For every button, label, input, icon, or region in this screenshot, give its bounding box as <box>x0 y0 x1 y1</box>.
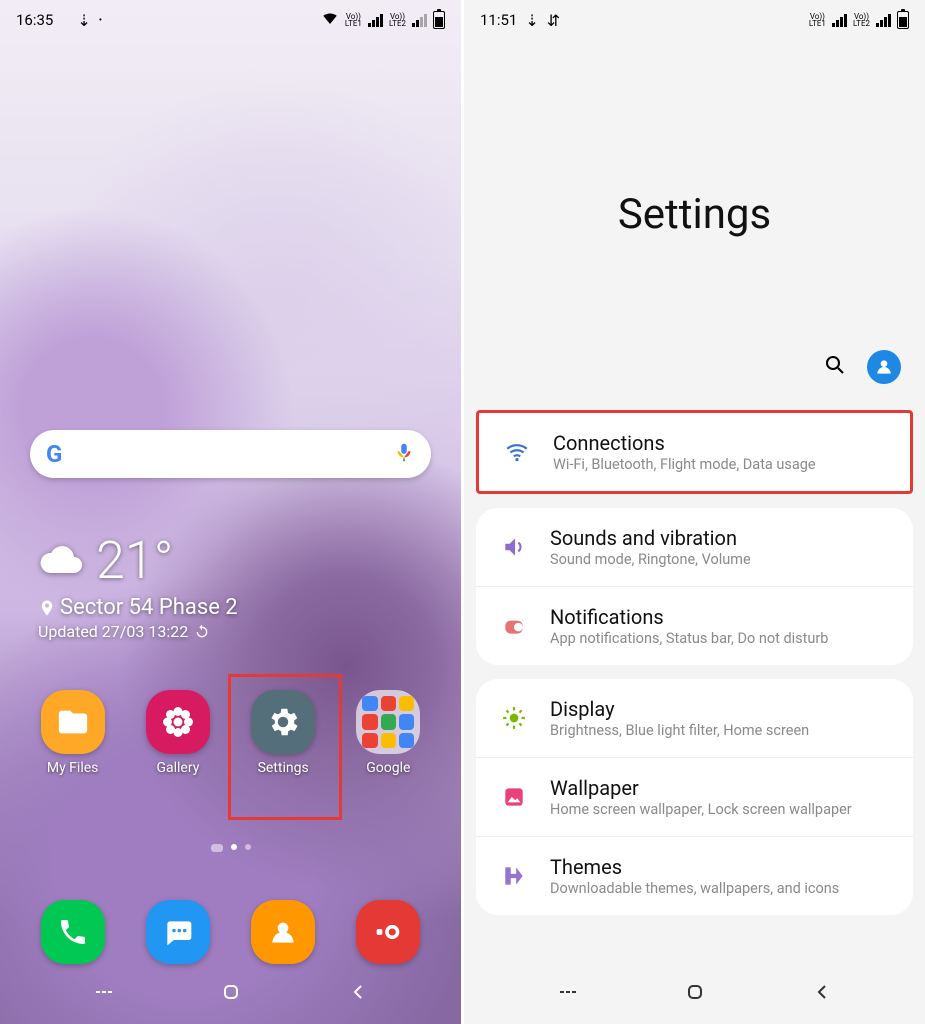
sim1-icon: Vo))LTE1 <box>809 13 826 27</box>
dot-icon: • <box>99 15 102 26</box>
folder-icon <box>356 690 420 754</box>
sim2-icon: Vo))LTE2 <box>389 13 406 27</box>
status-time: 16:35 <box>16 11 53 29</box>
sound-icon <box>498 534 530 560</box>
recents-button[interactable] <box>556 980 580 1008</box>
row-themes[interactable]: Themes Downloadable themes, wallpapers, … <box>476 836 913 915</box>
nav-bar <box>464 972 925 1016</box>
nav-bar <box>0 972 461 1016</box>
display-group: Display Brightness, Blue light filter, H… <box>476 679 913 915</box>
google-logo-icon: G <box>46 440 62 468</box>
row-sounds[interactable]: Sounds and vibration Sound mode, Rington… <box>476 508 913 586</box>
status-bar: 11:51 ⇣ ⇵ Vo))LTE1 Vo))LTE2 <box>464 0 925 40</box>
cloud-icon <box>38 535 86 587</box>
signal1-icon <box>368 14 383 27</box>
weather-updated: Updated 27/03 13:22 <box>38 622 238 641</box>
sim2-icon: Vo))LTE2 <box>853 13 870 27</box>
temperature: 21° <box>96 530 173 591</box>
battery-icon <box>433 11 445 29</box>
sim1-icon: Vo))LTE1 <box>345 13 362 27</box>
app-settings[interactable]: Settings <box>238 690 328 776</box>
weather-widget[interactable]: 21° Sector 54 Phase 2 Updated 27/03 13:2… <box>38 530 238 641</box>
contacts-app[interactable] <box>251 900 315 964</box>
row-connections[interactable]: Connections Wi-Fi, Bluetooth, Flight mod… <box>479 413 910 491</box>
sync-indicator-icon: ⇵ <box>547 11 560 30</box>
settings-screen: 11:51 ⇣ ⇵ Vo))LTE1 Vo))LTE2 Settings Con… <box>464 0 925 1024</box>
home-button[interactable] <box>219 980 243 1008</box>
signal2-icon <box>876 14 891 27</box>
notification-icon <box>498 613 530 639</box>
google-search-bar[interactable]: G <box>30 430 431 478</box>
camera-app[interactable] <box>356 900 420 964</box>
themes-icon <box>498 863 530 889</box>
page-title: Settings <box>464 190 925 239</box>
mic-icon[interactable] <box>393 441 415 467</box>
dock <box>0 900 461 964</box>
messages-app[interactable] <box>146 900 210 964</box>
home-screen: 16:35 ⇣ • Vo))LTE1 Vo))LTE2 G 21° Sector… <box>0 0 461 1024</box>
sounds-notifications-group: Sounds and vibration Sound mode, Rington… <box>476 508 913 665</box>
row-wallpaper[interactable]: Wallpaper Home screen wallpaper, Lock sc… <box>476 757 913 836</box>
wifi-icon <box>501 439 533 465</box>
page-indicator <box>0 844 461 852</box>
status-time: 11:51 <box>480 11 517 29</box>
home-button[interactable] <box>683 980 707 1008</box>
recents-button[interactable] <box>92 980 116 1008</box>
signal2-icon <box>412 14 427 27</box>
app-my-files[interactable]: My Files <box>28 690 118 776</box>
account-button[interactable] <box>867 350 901 384</box>
connections-group: Connections Wi-Fi, Bluetooth, Flight mod… <box>476 410 913 494</box>
battery-icon <box>897 11 909 29</box>
signal1-icon <box>832 14 847 27</box>
settings-list: Connections Wi-Fi, Bluetooth, Flight mod… <box>476 410 913 915</box>
wallpaper-icon <box>498 784 530 810</box>
download-icon: ⇣ <box>77 11 90 30</box>
back-button[interactable] <box>346 980 370 1008</box>
app-row: My Files Gallery Settings Google <box>0 690 461 776</box>
wifi-icon <box>321 9 339 31</box>
download-icon: ⇣ <box>525 11 538 30</box>
brightness-icon <box>498 705 530 731</box>
app-gallery[interactable]: Gallery <box>133 690 223 776</box>
status-bar: 16:35 ⇣ • Vo))LTE1 Vo))LTE2 <box>0 0 461 40</box>
row-notifications[interactable]: Notifications App notifications, Status … <box>476 586 913 665</box>
app-google-folder[interactable]: Google <box>343 690 433 776</box>
phone-app[interactable] <box>41 900 105 964</box>
weather-location: Sector 54 Phase 2 <box>38 595 238 620</box>
back-button[interactable] <box>810 980 834 1008</box>
row-display[interactable]: Display Brightness, Blue light filter, H… <box>476 679 913 757</box>
search-button[interactable] <box>823 353 847 381</box>
